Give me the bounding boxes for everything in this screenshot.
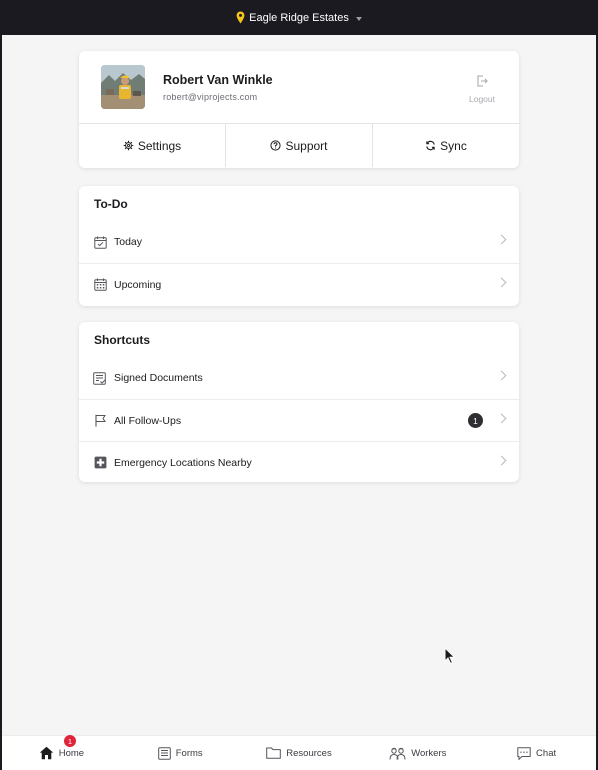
profile-name: Robert Van Winkle [163, 73, 273, 87]
chevron-right-icon [496, 370, 507, 381]
logout-button[interactable]: Logout [465, 74, 499, 104]
nav-home-label: Home [58, 747, 85, 759]
location-pin-icon [236, 11, 245, 24]
top-bar: Eagle Ridge Estates [0, 0, 598, 35]
nav-forms[interactable]: Forms [121, 746, 240, 760]
nav-workers-label: Workers [411, 747, 447, 759]
home-icon [39, 746, 53, 760]
workers-icon [389, 747, 406, 760]
chevron-right-icon [496, 234, 507, 245]
sync-icon [426, 140, 435, 151]
profile-email: robert@viprojects.com [163, 92, 258, 102]
nav-forms-label: Forms [175, 747, 203, 759]
gear-icon [123, 140, 134, 151]
shortcut-signed-documents[interactable]: Signed Documents [79, 357, 519, 399]
sync-label: Sync [440, 138, 467, 153]
nav-chat[interactable]: Chat [477, 746, 596, 760]
follow-ups-count-badge: 1 [468, 413, 483, 428]
shortcut-label: Emergency Locations Nearby [114, 456, 252, 469]
location-selector[interactable]: Eagle Ridge Estates [236, 11, 362, 24]
support-label: Support [285, 138, 328, 153]
chevron-right-icon [496, 413, 507, 424]
shortcut-all-follow-ups[interactable]: All Follow-Ups 1 [79, 399, 519, 441]
forms-icon [157, 746, 171, 760]
sync-button[interactable]: Sync [373, 124, 519, 167]
nav-workers[interactable]: Workers [358, 747, 477, 760]
flag-icon [93, 414, 107, 428]
todo-item-label: Today [114, 236, 143, 248]
nav-resources[interactable]: Resources [240, 747, 359, 759]
shortcut-label: Signed Documents [114, 372, 203, 384]
todo-item-label: Upcoming [114, 278, 162, 291]
profile-actions: Settings Support Sync [79, 124, 519, 167]
calendar-check-icon [93, 235, 107, 249]
avatar [101, 65, 145, 109]
profile-header: Robert Van Winkle robert@viprojects.com … [79, 51, 519, 124]
calendar-icon [93, 278, 107, 292]
nav-resources-label: Resources [286, 747, 332, 759]
chat-icon [517, 746, 531, 760]
profile-card: Robert Van Winkle robert@viprojects.com … [79, 51, 519, 168]
medical-cross-icon [93, 456, 107, 470]
location-name: Eagle Ridge Estates [249, 11, 349, 24]
shortcuts-title: Shortcuts [94, 333, 151, 347]
settings-button[interactable]: Settings [79, 124, 226, 167]
shortcuts-card: Shortcuts Signed Documents All Follow-Up… [79, 322, 519, 482]
home-notification-badge: 1 [64, 735, 76, 747]
nav-chat-label: Chat [536, 747, 557, 759]
todo-card: To-Do Today Upcoming [79, 186, 519, 306]
todo-item-upcoming[interactable]: Upcoming [79, 263, 519, 305]
document-check-icon [93, 371, 107, 385]
chevron-right-icon [496, 455, 507, 466]
logout-label: Logout [469, 94, 495, 104]
caret-down-icon [355, 16, 362, 21]
shortcut-emergency-locations[interactable]: Emergency Locations Nearby [79, 441, 519, 482]
folder-icon [266, 747, 282, 759]
bottom-navigation: 1 Home Forms Resources Workers Chat [2, 735, 596, 770]
settings-label: Settings [137, 138, 182, 153]
help-circle-icon [270, 140, 282, 151]
support-button[interactable]: Support [226, 124, 373, 167]
shortcut-label: All Follow-Ups [114, 414, 182, 427]
mouse-cursor-icon [444, 647, 456, 665]
nav-home[interactable]: 1 Home [2, 735, 121, 760]
todo-item-today[interactable]: Today [79, 221, 519, 263]
logout-icon [477, 75, 488, 87]
home-screen: Robert Van Winkle robert@viprojects.com … [2, 35, 596, 770]
todo-title: To-Do [94, 197, 128, 211]
chevron-right-icon [496, 277, 507, 288]
